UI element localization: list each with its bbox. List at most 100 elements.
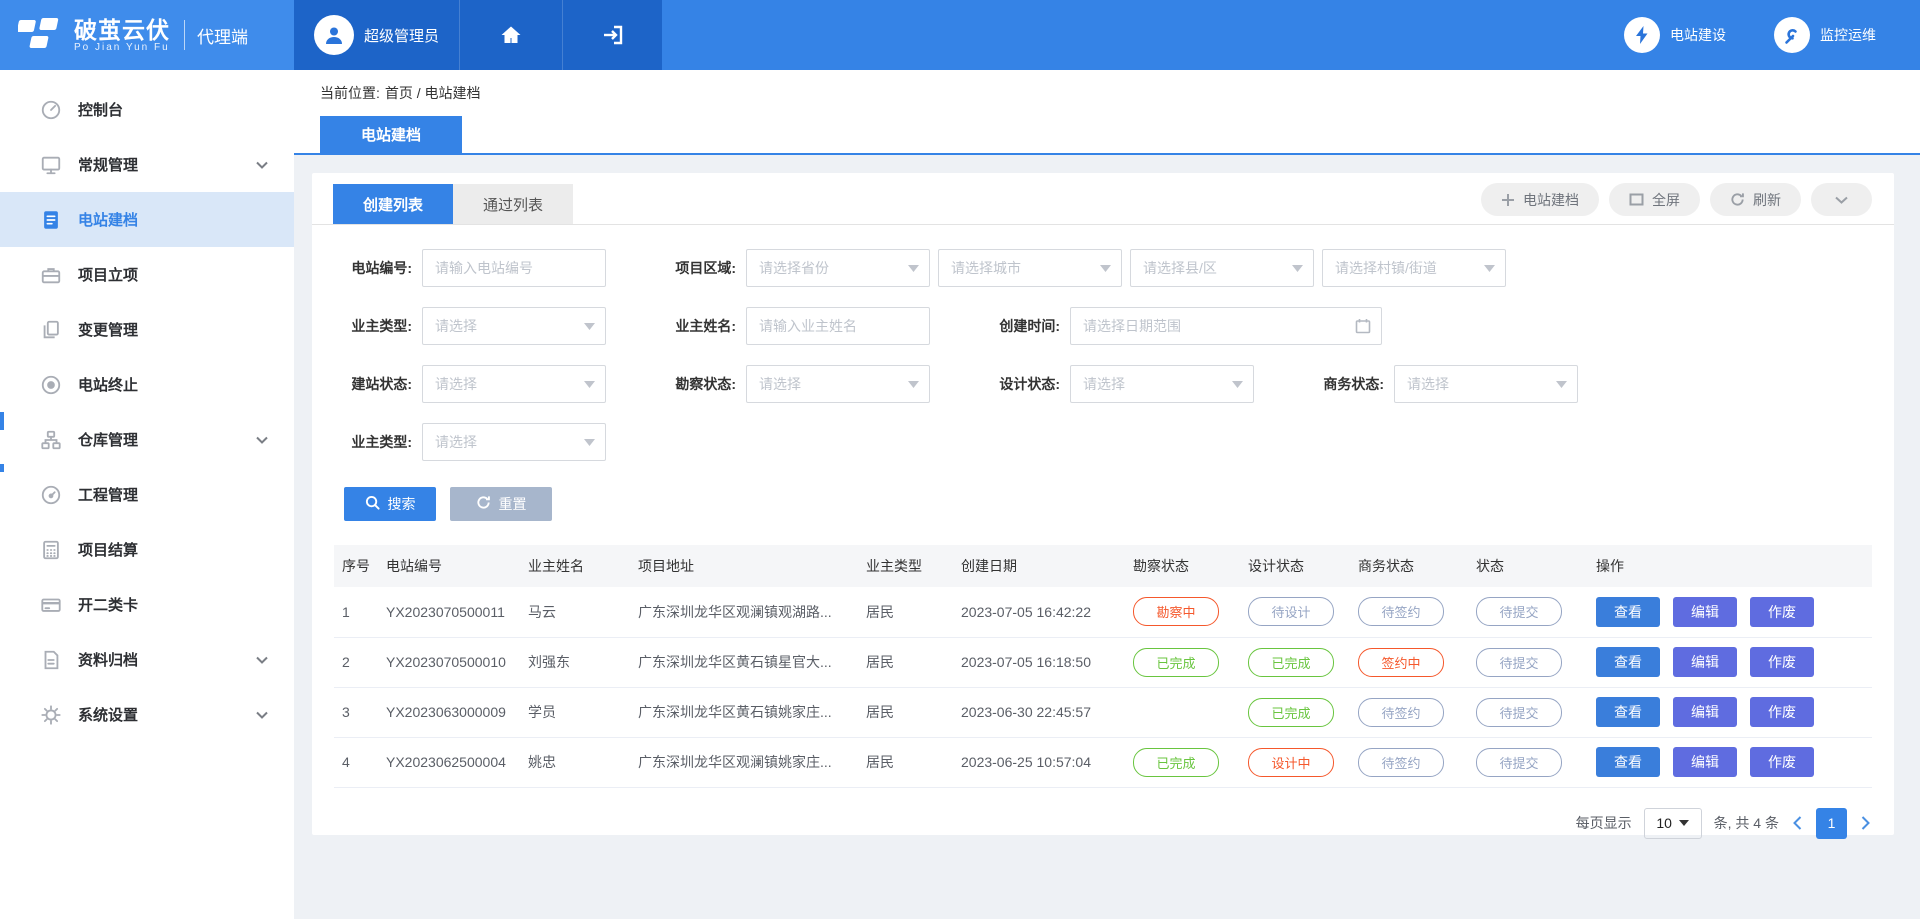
sidebar-item-open-card[interactable]: 开二类卡 xyxy=(0,577,294,632)
owner-type-2-select[interactable]: 请选择 xyxy=(422,423,606,461)
main-area: 当前位置: 首页 / 电站建档 电站建档 创建列表 通过列表 xyxy=(294,70,1920,919)
town-select[interactable]: 请选择村镇/街道 xyxy=(1322,249,1506,287)
prev-page-icon[interactable] xyxy=(1791,816,1804,830)
per-page-select[interactable]: 10 xyxy=(1644,808,1702,839)
sidebar-item-engineering-mgmt[interactable]: 工程管理 xyxy=(0,467,294,522)
sidebar-item-warehouse-mgmt[interactable]: 仓库管理 xyxy=(0,412,294,467)
chevron-down-icon xyxy=(256,436,268,444)
sidebar-item-station-archive[interactable]: 电站建档 xyxy=(0,192,294,247)
add-station-button[interactable]: 电站建档 xyxy=(1481,183,1599,216)
table-row: 1 YX2023070500011 马云 广东深圳龙华区观澜镇观湖路... 居民… xyxy=(334,587,1872,637)
survey-status-select-value: 请选择 xyxy=(759,374,908,394)
tab-passed-list[interactable]: 通过列表 xyxy=(453,184,573,224)
build-status-select-value: 请选择 xyxy=(435,374,584,394)
fullscreen-button[interactable]: 全屏 xyxy=(1609,183,1700,216)
refresh-button[interactable]: 刷新 xyxy=(1710,183,1801,216)
filter-survey-status: 勘察状态: 请选择 xyxy=(646,365,930,403)
owner-name-label: 业主姓名: xyxy=(646,316,746,336)
add-station-label: 电站建档 xyxy=(1523,190,1579,210)
logo-icon xyxy=(18,16,64,54)
station-code-cell: YX2023070500011 xyxy=(378,587,520,637)
nav-station-build[interactable]: 电站建设 xyxy=(1624,17,1726,53)
sidebar-item-project-initiation[interactable]: 项目立项 xyxy=(0,247,294,302)
owner-type-2-select-value: 请选择 xyxy=(435,432,584,452)
divider xyxy=(184,20,185,50)
table-row: 2 YX2023070500010 刘强东 广东深圳龙华区黄石镇星官大... 居… xyxy=(334,637,1872,687)
tab-create-list[interactable]: 创建列表 xyxy=(333,184,453,224)
business-status-select[interactable]: 请选择 xyxy=(1394,365,1578,403)
void-button[interactable]: 作废 xyxy=(1750,697,1814,727)
view-button[interactable]: 查看 xyxy=(1596,647,1660,677)
collapse-toolbar-button[interactable] xyxy=(1811,183,1872,216)
sidebar-item-project-settlement[interactable]: 项目结算 xyxy=(0,522,294,577)
avatar xyxy=(314,15,354,55)
filter-county: 请选择县/区 xyxy=(1130,249,1314,287)
owner-type-cell: 居民 xyxy=(858,587,953,637)
city-select[interactable]: 请选择城市 xyxy=(938,249,1122,287)
chevron-down-icon xyxy=(584,381,595,388)
calculator-icon xyxy=(40,539,62,561)
view-button[interactable]: 查看 xyxy=(1596,597,1660,627)
brand-subtitle: Po Jian Yun Fu xyxy=(74,42,170,53)
owner-type-cell: 居民 xyxy=(858,737,953,787)
index-cell: 3 xyxy=(334,687,378,737)
reset-button[interactable]: 重置 xyxy=(450,487,552,521)
status-badge: 待提交 xyxy=(1476,698,1562,727)
void-button[interactable]: 作废 xyxy=(1750,597,1814,627)
sidebar-item-label: 项目立项 xyxy=(78,264,268,285)
business-status-badge: 待签约 xyxy=(1358,748,1444,777)
next-page-icon[interactable] xyxy=(1859,816,1872,830)
date-range-value: 请选择日期范围 xyxy=(1083,316,1355,336)
edit-button[interactable]: 编辑 xyxy=(1673,697,1737,727)
chevron-down-icon xyxy=(1556,381,1567,388)
col-station-code: 电站编号 xyxy=(378,545,520,587)
design-status-label: 设计状态: xyxy=(970,374,1070,394)
date-range-input[interactable]: 请选择日期范围 xyxy=(1070,307,1382,345)
survey-status-select[interactable]: 请选择 xyxy=(746,365,930,403)
status-badge: 待提交 xyxy=(1476,597,1562,626)
nav-monitor-ops[interactable]: 监控运维 xyxy=(1774,17,1876,53)
page-tab-station-archive[interactable]: 电站建档 xyxy=(320,116,462,153)
edit-button[interactable]: 编辑 xyxy=(1673,747,1737,777)
view-button[interactable]: 查看 xyxy=(1596,747,1660,777)
owner-type-select[interactable]: 请选择 xyxy=(422,307,606,345)
logout-button[interactable] xyxy=(563,0,662,70)
chevron-down-icon xyxy=(908,265,919,272)
void-button[interactable]: 作废 xyxy=(1750,647,1814,677)
design-status-select[interactable]: 请选择 xyxy=(1070,365,1254,403)
logout-icon xyxy=(601,23,625,47)
user-name: 超级管理员 xyxy=(364,25,439,46)
sidebar-item-system-settings[interactable]: 系统设置 xyxy=(0,687,294,742)
nav-station-build-label: 电站建设 xyxy=(1670,25,1726,45)
chevron-down-icon xyxy=(1100,265,1111,272)
home-button[interactable] xyxy=(460,0,563,70)
void-button[interactable]: 作废 xyxy=(1750,747,1814,777)
sidebar-item-change-mgmt[interactable]: 变更管理 xyxy=(0,302,294,357)
sidebar-item-label: 资料归档 xyxy=(78,649,256,670)
sidebar-item-console[interactable]: 控制台 xyxy=(0,82,294,137)
sidebar-item-station-termination[interactable]: 电站终止 xyxy=(0,357,294,412)
sidebar-item-label: 开二类卡 xyxy=(78,594,268,615)
page-number[interactable]: 1 xyxy=(1816,808,1847,839)
survey-status-badge: 勘察中 xyxy=(1133,597,1219,626)
search-button[interactable]: 搜索 xyxy=(344,487,436,521)
document-icon xyxy=(40,209,62,231)
edit-button[interactable]: 编辑 xyxy=(1673,597,1737,627)
fullscreen-icon xyxy=(1629,193,1644,206)
sidebar-item-general-mgmt[interactable]: 常规管理 xyxy=(0,137,294,192)
chevron-down-icon xyxy=(1679,820,1689,826)
col-index: 序号 xyxy=(334,545,378,587)
created-cell: 2023-06-30 22:45:57 xyxy=(953,687,1125,737)
design-status-badge: 设计中 xyxy=(1248,748,1334,777)
user-profile[interactable]: 超级管理员 xyxy=(294,0,460,70)
province-select[interactable]: 请选择省份 xyxy=(746,249,930,287)
business-status-badge: 签约中 xyxy=(1358,648,1444,677)
build-status-select[interactable]: 请选择 xyxy=(422,365,606,403)
station-code-input[interactable] xyxy=(422,249,606,287)
sidebar-item-data-archive[interactable]: 资料归档 xyxy=(0,632,294,687)
county-select[interactable]: 请选择县/区 xyxy=(1130,249,1314,287)
edit-button[interactable]: 编辑 xyxy=(1673,647,1737,677)
view-button[interactable]: 查看 xyxy=(1596,697,1660,727)
speedometer-icon xyxy=(40,484,62,506)
owner-name-input[interactable] xyxy=(746,307,930,345)
